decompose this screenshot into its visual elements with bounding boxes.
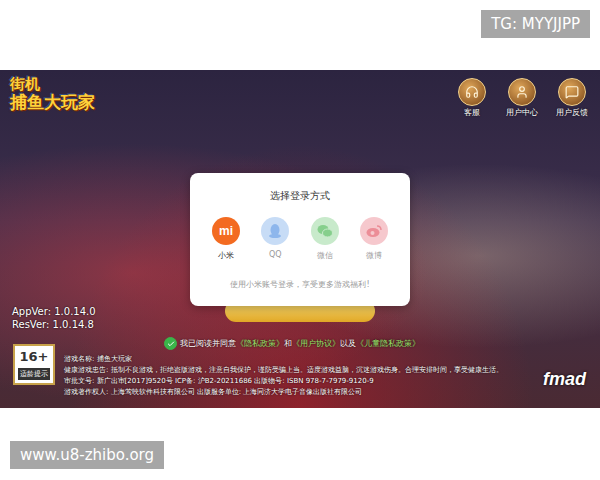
versions: AppVer: 1.0.14.0 ResVer: 1.0.14.8 [12, 306, 96, 330]
logo-line: 街机 [10, 76, 40, 93]
login-option-label: 小米 [218, 250, 234, 261]
wechat-bubbles-icon [317, 224, 333, 238]
top-watermark: TG: MYYJJPP [481, 10, 590, 38]
agreement-segment: 以及 [340, 339, 356, 348]
qq-penguin-icon [268, 223, 282, 239]
user-icon [515, 85, 529, 99]
top-button-label: 客服 [464, 107, 480, 118]
weibo-eye-icon [366, 224, 382, 238]
legal-line: 游戏著作权人: 上海莺映软件科技有限公司 出版服务单位: 上海同济大学电子音像出… [64, 388, 362, 397]
game-screen: 街机捕鱼大玩家客服 用户中心 用户反馈选择登录方式 mi 小米 QQ 微信 微博使用小米账号登… [0, 70, 600, 408]
publisher-logo: fmad [543, 369, 586, 390]
age-rating-label: 适龄提示 [18, 368, 50, 380]
login-option[interactable]: 微博 [354, 217, 394, 261]
headset-icon [465, 85, 479, 99]
feedback-icon [565, 85, 579, 99]
logo-line: 捕鱼大玩家 [10, 93, 95, 113]
login-option[interactable]: 微信 [305, 217, 345, 261]
login-option-circle [311, 217, 339, 245]
login-option-circle [261, 217, 289, 245]
top-button[interactable]: 用户反馈 [550, 78, 594, 118]
legal-line: 健康游戏忠告: 抵制不良游戏，拒绝盗版游戏，注意自我保护，谨防受骗上当。适度游戏… [64, 366, 503, 375]
age-rating-badge: 16+ 适龄提示 [13, 344, 55, 385]
login-option[interactable]: mi 小米 [206, 217, 246, 261]
policy-link[interactable]: 《用户协议》 [292, 339, 340, 348]
top-button-circle [458, 78, 486, 106]
top-button-circle [558, 78, 586, 106]
top-band: TG: MYYJJPP [0, 0, 600, 70]
xiaomi-icon: mi [219, 224, 233, 238]
legal-line: 审批文号: 新广出审[2017]9520号 ICP备: 沪B2-20211686… [64, 377, 374, 386]
top-button[interactable]: 客服 [450, 78, 494, 118]
login-option-label: 微博 [366, 250, 382, 261]
top-button[interactable]: 用户中心 [500, 78, 544, 118]
top-button-label: 用户反馈 [556, 107, 588, 118]
age-rating: 16+ [20, 349, 49, 365]
agreement-text: 我已阅读并同意《隐私政策》和《用户协议》以及《儿童隐私政策》 [180, 338, 420, 349]
version-text: AppVer: 1.0.14.0 [12, 306, 96, 317]
login-hint: 使用小米账号登录，享受更多游戏福利! [230, 279, 369, 290]
bottom-info: 我已阅读并同意《隐私政策》和《用户协议》以及《儿童隐私政策》游戏名称: 捕鱼大玩… [64, 337, 514, 397]
top-button-label: 用户中心 [506, 107, 538, 118]
login-option[interactable]: QQ [255, 217, 295, 261]
agreement-checkbox[interactable] [164, 337, 177, 350]
game-logo: 街机捕鱼大玩家 [10, 76, 95, 113]
login-option-circle: mi [212, 217, 240, 245]
policy-link[interactable]: 《儿童隐私政策》 [356, 339, 420, 348]
check-icon [167, 340, 175, 348]
login-dialog: 选择登录方式 mi 小米 QQ 微信 微博使用小米账号登录，享受更多游戏福利! [190, 173, 410, 306]
legal-line: 游戏名称: 捕鱼大玩家 [64, 355, 132, 364]
top-button-circle [508, 78, 536, 106]
login-option-circle [360, 217, 388, 245]
agreement-segment: 和 [284, 339, 292, 348]
bottom-watermark: www.u8-zhibo.org [10, 441, 164, 469]
version-text: ResVer: 1.0.14.8 [12, 319, 96, 330]
policy-link[interactable]: 《隐私政策》 [236, 339, 284, 348]
login-option-label: 微信 [317, 250, 333, 261]
login-options: mi 小米 QQ 微信 微博 [202, 217, 398, 261]
agreement-segment: 我已阅读并同意 [180, 339, 236, 348]
dialog-title: 选择登录方式 [270, 189, 330, 203]
page: TG: MYYJJPP 街机捕鱼大玩家客服 用户中心 用户反馈选择登录方式 mi 小米 QQ… [0, 0, 600, 480]
login-option-label: QQ [269, 250, 282, 259]
agreement-row: 我已阅读并同意《隐私政策》和《用户协议》以及《儿童隐私政策》 [164, 337, 420, 350]
bottom-band: www.u8-zhibo.org [0, 408, 600, 480]
top-buttons: 客服 用户中心 用户反馈 [450, 78, 594, 118]
